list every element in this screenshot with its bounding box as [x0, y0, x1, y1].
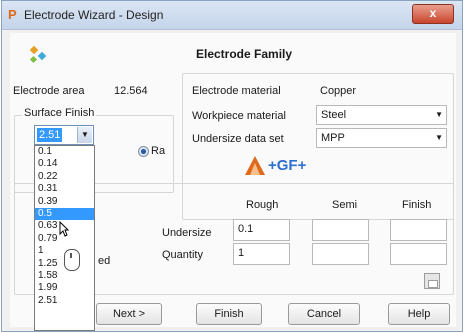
section-title: Electrode Family — [196, 47, 293, 61]
gf-logo-text: +GF+ — [268, 157, 307, 174]
partial-label: ed — [98, 255, 111, 267]
help-button[interactable]: Help — [388, 303, 450, 325]
finish-button[interactable]: Finish — [196, 303, 262, 325]
electrode-area-label: Electrode area — [13, 85, 85, 97]
undersize-data-set-value: MPP — [321, 132, 345, 144]
electrode-wizard-window: P Electrode Wizard - Design x Electrode … — [1, 0, 463, 332]
chevron-down-icon[interactable]: ▼ — [77, 127, 92, 143]
quantity-semi-field[interactable] — [312, 243, 369, 265]
chevron-down-icon: ▼ — [435, 110, 443, 119]
save-icon[interactable] — [424, 273, 440, 289]
undersize-data-set-select[interactable]: MPP ▼ — [316, 128, 447, 148]
quantity-finish-field[interactable] — [390, 243, 447, 265]
dropdown-option[interactable]: 0.39 — [35, 196, 94, 208]
app-logo-icon: P — [8, 7, 17, 22]
dropdown-option[interactable]: 2.51 — [35, 295, 94, 307]
undersize-rough-value: 0.1 — [238, 223, 254, 235]
workpiece-material-select[interactable]: Steel ▼ — [316, 105, 447, 125]
title-bar[interactable]: P Electrode Wizard - Design x — [2, 1, 462, 30]
quantity-label: Quantity — [162, 249, 203, 261]
quantity-rough-field[interactable]: 1 — [233, 243, 290, 265]
surface-finish-selected: 2.51 — [37, 128, 63, 142]
dropdown-option[interactable]: 1.58 — [35, 270, 94, 282]
column-finish: Finish — [402, 199, 432, 211]
electrode-material-value: Copper — [320, 85, 357, 97]
dropdown-option[interactable]: 0.14 — [35, 158, 94, 170]
dropdown-option-highlighted[interactable]: 0.5 — [35, 207, 94, 221]
window-title: Electrode Wizard - Design — [24, 8, 164, 22]
workpiece-material-value: Steel — [321, 109, 347, 121]
ra-radio-label: Ra — [151, 145, 166, 157]
electrode-family-icon — [29, 45, 47, 64]
cancel-button[interactable]: Cancel — [288, 303, 360, 325]
gf-logo-icon — [245, 156, 265, 175]
undersize-label: Undersize — [162, 227, 212, 239]
chevron-down-icon: ▼ — [435, 133, 443, 142]
workpiece-material-label: Workpiece material — [192, 110, 286, 122]
undersize-finish-field[interactable] — [390, 219, 447, 241]
surface-finish-dropdown[interactable]: 0.1 0.14 0.22 0.31 0.39 0.5 0.63 0.79 1 … — [34, 145, 95, 331]
dropdown-option[interactable]: 1.99 — [35, 282, 94, 294]
mouse-icon — [64, 249, 80, 271]
close-button[interactable]: x — [412, 4, 454, 24]
mouse-pointer-icon — [59, 221, 69, 237]
column-semi: Semi — [332, 199, 358, 211]
surface-finish-select[interactable]: 2.51 ▼ — [34, 125, 94, 145]
undersize-rough-field[interactable]: 0.1 — [233, 219, 290, 241]
ra-radio[interactable] — [138, 146, 149, 157]
dropdown-option[interactable]: 0.1 — [35, 146, 94, 158]
dropdown-option[interactable]: 0.31 — [35, 183, 94, 195]
electrode-area-value: 12.564 — [114, 85, 148, 97]
surface-finish-label: Surface Finish — [22, 107, 97, 119]
electrode-material-label: Electrode material — [192, 85, 281, 97]
quantity-rough-value: 1 — [238, 247, 245, 259]
next-button[interactable]: Next > — [96, 303, 162, 325]
column-rough: Rough — [246, 199, 279, 211]
undersize-semi-field[interactable] — [312, 219, 369, 241]
dropdown-option[interactable]: 0.22 — [35, 171, 94, 183]
undersize-data-set-label: Undersize data set — [192, 133, 284, 145]
